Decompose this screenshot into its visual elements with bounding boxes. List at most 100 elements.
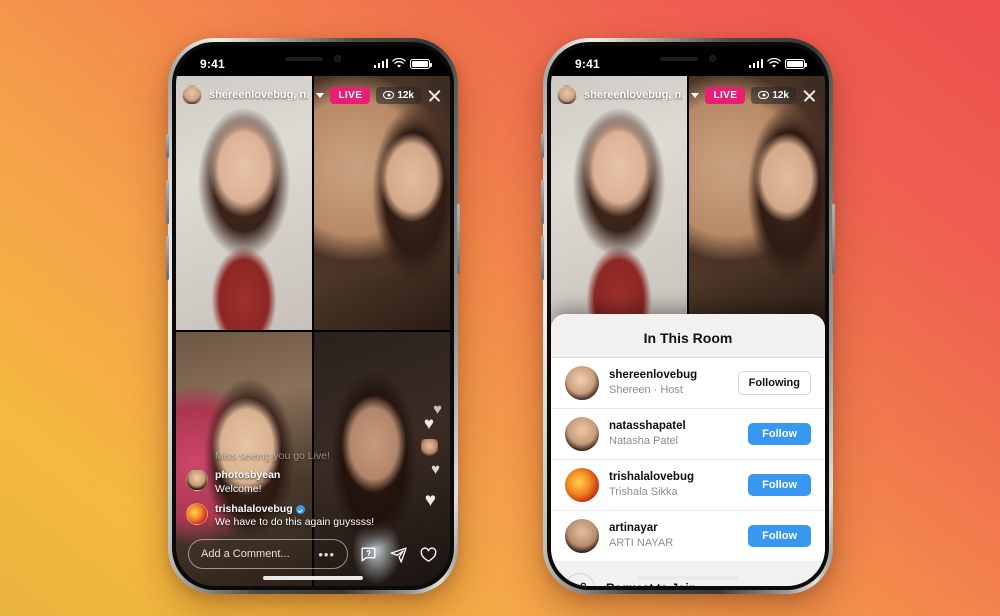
add-comment-placeholder: Add a Comment... xyxy=(201,548,290,560)
participant-subtitle: Shereen · Host xyxy=(609,384,683,397)
heart-icon: ♥ xyxy=(433,401,442,418)
more-options-icon[interactable]: ••• xyxy=(318,548,335,561)
volume-down-button[interactable] xyxy=(541,236,544,280)
volume-down-button[interactable] xyxy=(166,236,169,280)
follow-button[interactable]: Follow xyxy=(748,474,811,496)
volume-up-button[interactable] xyxy=(541,180,544,224)
comment-username-row: trishalalovebug xyxy=(215,503,374,516)
notch xyxy=(257,46,369,71)
heart-icon: ♥ xyxy=(431,461,440,478)
participant-avatar[interactable] xyxy=(565,417,599,451)
question-bubble-icon[interactable] xyxy=(359,545,378,564)
silent-switch[interactable] xyxy=(166,134,169,158)
participant-row[interactable]: artinayar ARTI NAYAR Follow xyxy=(551,511,825,561)
phone-left-screen: 9:41 shereenlovebug, n... LIVE 12k ♥ ♥ ♥… xyxy=(176,46,450,586)
follow-button[interactable]: Follow xyxy=(748,525,811,547)
live-action-bar: Add a Comment... ••• xyxy=(176,538,450,570)
wifi-icon xyxy=(392,58,406,68)
participant-username[interactable]: artinayar xyxy=(609,521,738,537)
participant-row[interactable]: natasshapatel Natasha Patel Follow xyxy=(551,409,825,460)
following-button[interactable]: Following xyxy=(737,371,811,395)
participant-username[interactable]: natasshapatel xyxy=(609,419,738,435)
heart-icon[interactable] xyxy=(419,545,438,564)
wifi-icon xyxy=(767,58,781,68)
live-header-right-group: LIVE 12k xyxy=(705,86,817,104)
comment-body: photosbyean Welcome! xyxy=(215,469,280,496)
participant-avatar[interactable] xyxy=(565,468,599,502)
heart-icon: ♥ xyxy=(423,414,434,433)
eye-icon xyxy=(383,91,395,99)
signal-bars-icon xyxy=(373,59,388,68)
viewer-count-label: 12k xyxy=(397,89,414,101)
chevron-down-icon[interactable] xyxy=(316,92,324,98)
viewer-count-chip[interactable]: 12k xyxy=(376,86,421,104)
follow-button[interactable]: Follow xyxy=(748,423,811,445)
request-to-join-label: Request to Join xyxy=(606,581,696,586)
request-to-join-row[interactable]: Request to Join xyxy=(551,561,825,586)
chevron-down-icon[interactable] xyxy=(691,92,699,98)
comment-body: trishalalovebug We have to do this again… xyxy=(215,503,374,530)
phone-right: 9:41 shereenlovebug, n... LIVE 12k In Th… xyxy=(541,38,835,594)
comment-text: Welcome! xyxy=(215,482,262,495)
volume-up-button[interactable] xyxy=(166,180,169,224)
participant-meta: natasshapatel Natasha Patel xyxy=(609,419,738,449)
host-avatar xyxy=(557,85,577,105)
earpiece-speaker xyxy=(285,56,323,61)
home-indicator[interactable] xyxy=(263,576,363,580)
battery-icon xyxy=(785,58,807,69)
signal-bars-icon xyxy=(748,59,763,68)
comment-avatar[interactable] xyxy=(186,503,208,526)
comment-faded: Miss seeing you go Live! xyxy=(215,450,330,463)
eye-icon xyxy=(758,91,770,99)
phone-left-bezel: 9:41 shereenlovebug, n... LIVE 12k ♥ ♥ ♥… xyxy=(172,42,454,590)
viewer-count-chip[interactable]: 12k xyxy=(751,86,796,104)
phone-right-screen: 9:41 shereenlovebug, n... LIVE 12k In Th… xyxy=(551,46,825,586)
phone-left: 9:41 shereenlovebug, n... LIVE 12k ♥ ♥ ♥… xyxy=(166,38,460,594)
participant-list: shereenlovebug Shereen · Host Following … xyxy=(551,358,825,561)
video-tile-trishala-top[interactable] xyxy=(314,76,450,330)
front-camera-icon xyxy=(709,55,716,62)
status-time: 9:41 xyxy=(200,56,225,71)
host-chip[interactable]: shereenlovebug, n... xyxy=(182,85,324,105)
participant-avatar[interactable] xyxy=(565,366,599,400)
participant-subtitle: Natasha Patel xyxy=(609,435,679,448)
in-this-room-sheet: In This Room shereenlovebug Shereen · Ho… xyxy=(551,314,825,586)
participant-subtitle: ARTI NAYAR xyxy=(609,537,674,550)
comment-username[interactable]: trishalalovebug xyxy=(215,503,293,516)
silent-switch[interactable] xyxy=(541,134,544,158)
notch xyxy=(632,46,744,71)
share-paper-plane-icon[interactable] xyxy=(389,545,408,564)
host-name-label: shereenlovebug, n... xyxy=(209,89,308,101)
front-camera-icon xyxy=(334,55,341,62)
participant-username[interactable]: trishalalovebug xyxy=(609,470,738,486)
participant-row[interactable]: shereenlovebug Shereen · Host Following xyxy=(551,358,825,409)
comment-item: trishalalovebug We have to do this again… xyxy=(186,503,414,530)
add-person-icon xyxy=(565,573,595,586)
video-tile-shereen[interactable] xyxy=(176,76,312,330)
power-button[interactable] xyxy=(832,204,835,274)
host-chip[interactable]: shereenlovebug, n... xyxy=(557,85,699,105)
video-tile-shereen[interactable] xyxy=(551,76,687,330)
home-indicator[interactable] xyxy=(638,576,738,580)
live-badge: LIVE xyxy=(330,86,371,104)
reaction-avatar xyxy=(421,439,438,456)
video-tile-trishala-top[interactable] xyxy=(689,76,825,330)
comment-username[interactable]: photosbyean xyxy=(215,469,280,482)
status-indicators xyxy=(373,58,432,69)
close-icon[interactable] xyxy=(427,88,442,103)
participant-avatar[interactable] xyxy=(565,519,599,553)
live-header-right: LIVE 12k xyxy=(330,86,442,104)
participant-row[interactable]: trishalalovebug Trishala Sikka Follow xyxy=(551,460,825,511)
phone-right-bezel: 9:41 shereenlovebug, n... LIVE 12k In Th… xyxy=(547,42,829,590)
floating-hearts: ♥ ♥ ♥ ♥ xyxy=(410,396,444,526)
participant-username[interactable]: shereenlovebug xyxy=(609,368,728,384)
participant-meta: shereenlovebug Shereen · Host xyxy=(609,368,728,398)
sheet-title: In This Room xyxy=(551,321,825,358)
participant-meta: trishalalovebug Trishala Sikka xyxy=(609,470,738,500)
live-header-right-phone: shereenlovebug, n... LIVE 12k xyxy=(551,82,825,108)
add-comment-input[interactable]: Add a Comment... ••• xyxy=(188,539,348,569)
power-button[interactable] xyxy=(457,204,460,274)
close-icon[interactable] xyxy=(802,88,817,103)
comment-avatar[interactable] xyxy=(186,469,208,492)
participant-subtitle: Trishala Sikka xyxy=(609,486,678,499)
